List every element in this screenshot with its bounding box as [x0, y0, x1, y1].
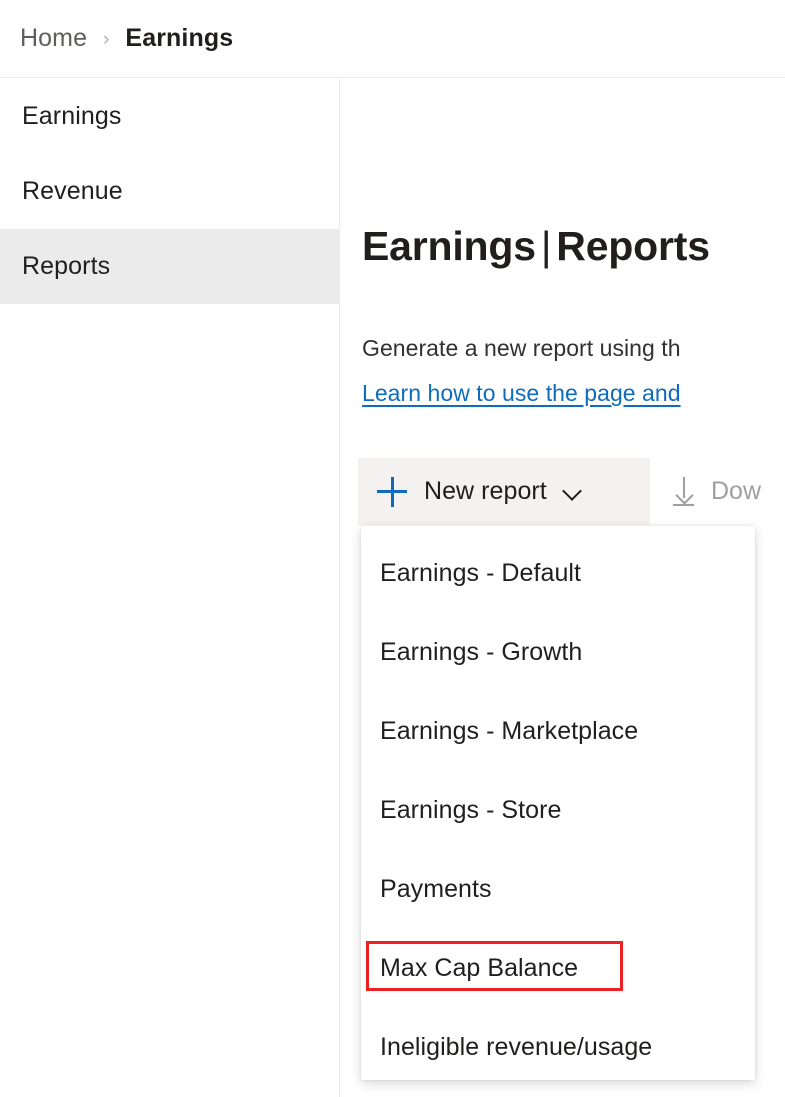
main-content: Earnings | Reports Generate a new report u… — [341, 79, 785, 1097]
menu-item-earnings-store[interactable]: Earnings - Store — [361, 771, 755, 850]
page-description: Generate a new report using th — [362, 335, 681, 361]
menu-item-label: Payments — [380, 875, 492, 903]
plus-icon — [377, 476, 407, 507]
menu-item-payments[interactable]: Payments — [361, 850, 755, 929]
page-title-divider: | — [540, 223, 552, 269]
menu-item-label: Earnings - Store — [380, 796, 562, 824]
sidebar-item-label: Reports — [22, 252, 111, 280]
page-title-primary: Earnings — [362, 223, 536, 269]
command-bar: New report Dow — [341, 458, 785, 525]
menu-item-label: Earnings - Default — [380, 559, 581, 587]
menu-item-ineligible-revenue-usage[interactable]: Ineligible revenue/usage — [361, 1008, 755, 1087]
menu-item-label: Earnings - Marketplace — [380, 717, 639, 745]
chevron-down-icon — [564, 482, 583, 501]
sidebar-item-label: Revenue — [22, 177, 123, 205]
learn-more-link[interactable]: Learn how to use the page and — [362, 380, 681, 407]
menu-item-label: Ineligible revenue/usage — [380, 1033, 653, 1061]
breadcrumb-current-item: Earnings — [125, 24, 234, 52]
new-report-dropdown-menu: Earnings - Default Earnings - Growth Ear… — [361, 526, 755, 1080]
page-title: Earnings | Reports — [362, 223, 710, 270]
menu-item-label: Earnings - Growth — [380, 638, 583, 666]
menu-item-earnings-default[interactable]: Earnings - Default — [361, 534, 755, 613]
sidebar-item-reports[interactable]: Reports — [0, 229, 340, 304]
sidebar-nav: Earnings Revenue Reports — [0, 79, 340, 1097]
app-page: Home › Earnings Earnings Revenue Reports… — [0, 0, 785, 1097]
sidebar-item-revenue[interactable]: Revenue — [0, 154, 340, 229]
sidebar-item-label: Earnings — [22, 102, 122, 130]
breadcrumb-separator-icon: › — [103, 29, 110, 50]
breadcrumb: Home › Earnings — [0, 0, 785, 78]
menu-item-max-cap-balance[interactable]: Max Cap Balance — [361, 929, 755, 1008]
download-icon — [671, 476, 697, 507]
breadcrumb-home-link[interactable]: Home — [20, 24, 87, 53]
download-label: Dow — [711, 477, 762, 505]
download-button: Dow — [671, 458, 761, 525]
new-report-label: New report — [424, 477, 547, 505]
menu-item-label: Max Cap Balance — [380, 954, 579, 982]
menu-item-earnings-marketplace[interactable]: Earnings - Marketplace — [361, 692, 755, 771]
menu-item-earnings-growth[interactable]: Earnings - Growth — [361, 613, 755, 692]
new-report-button[interactable]: New report — [358, 458, 650, 525]
page-title-secondary: Reports — [556, 223, 710, 269]
sidebar-item-earnings[interactable]: Earnings — [0, 79, 340, 154]
